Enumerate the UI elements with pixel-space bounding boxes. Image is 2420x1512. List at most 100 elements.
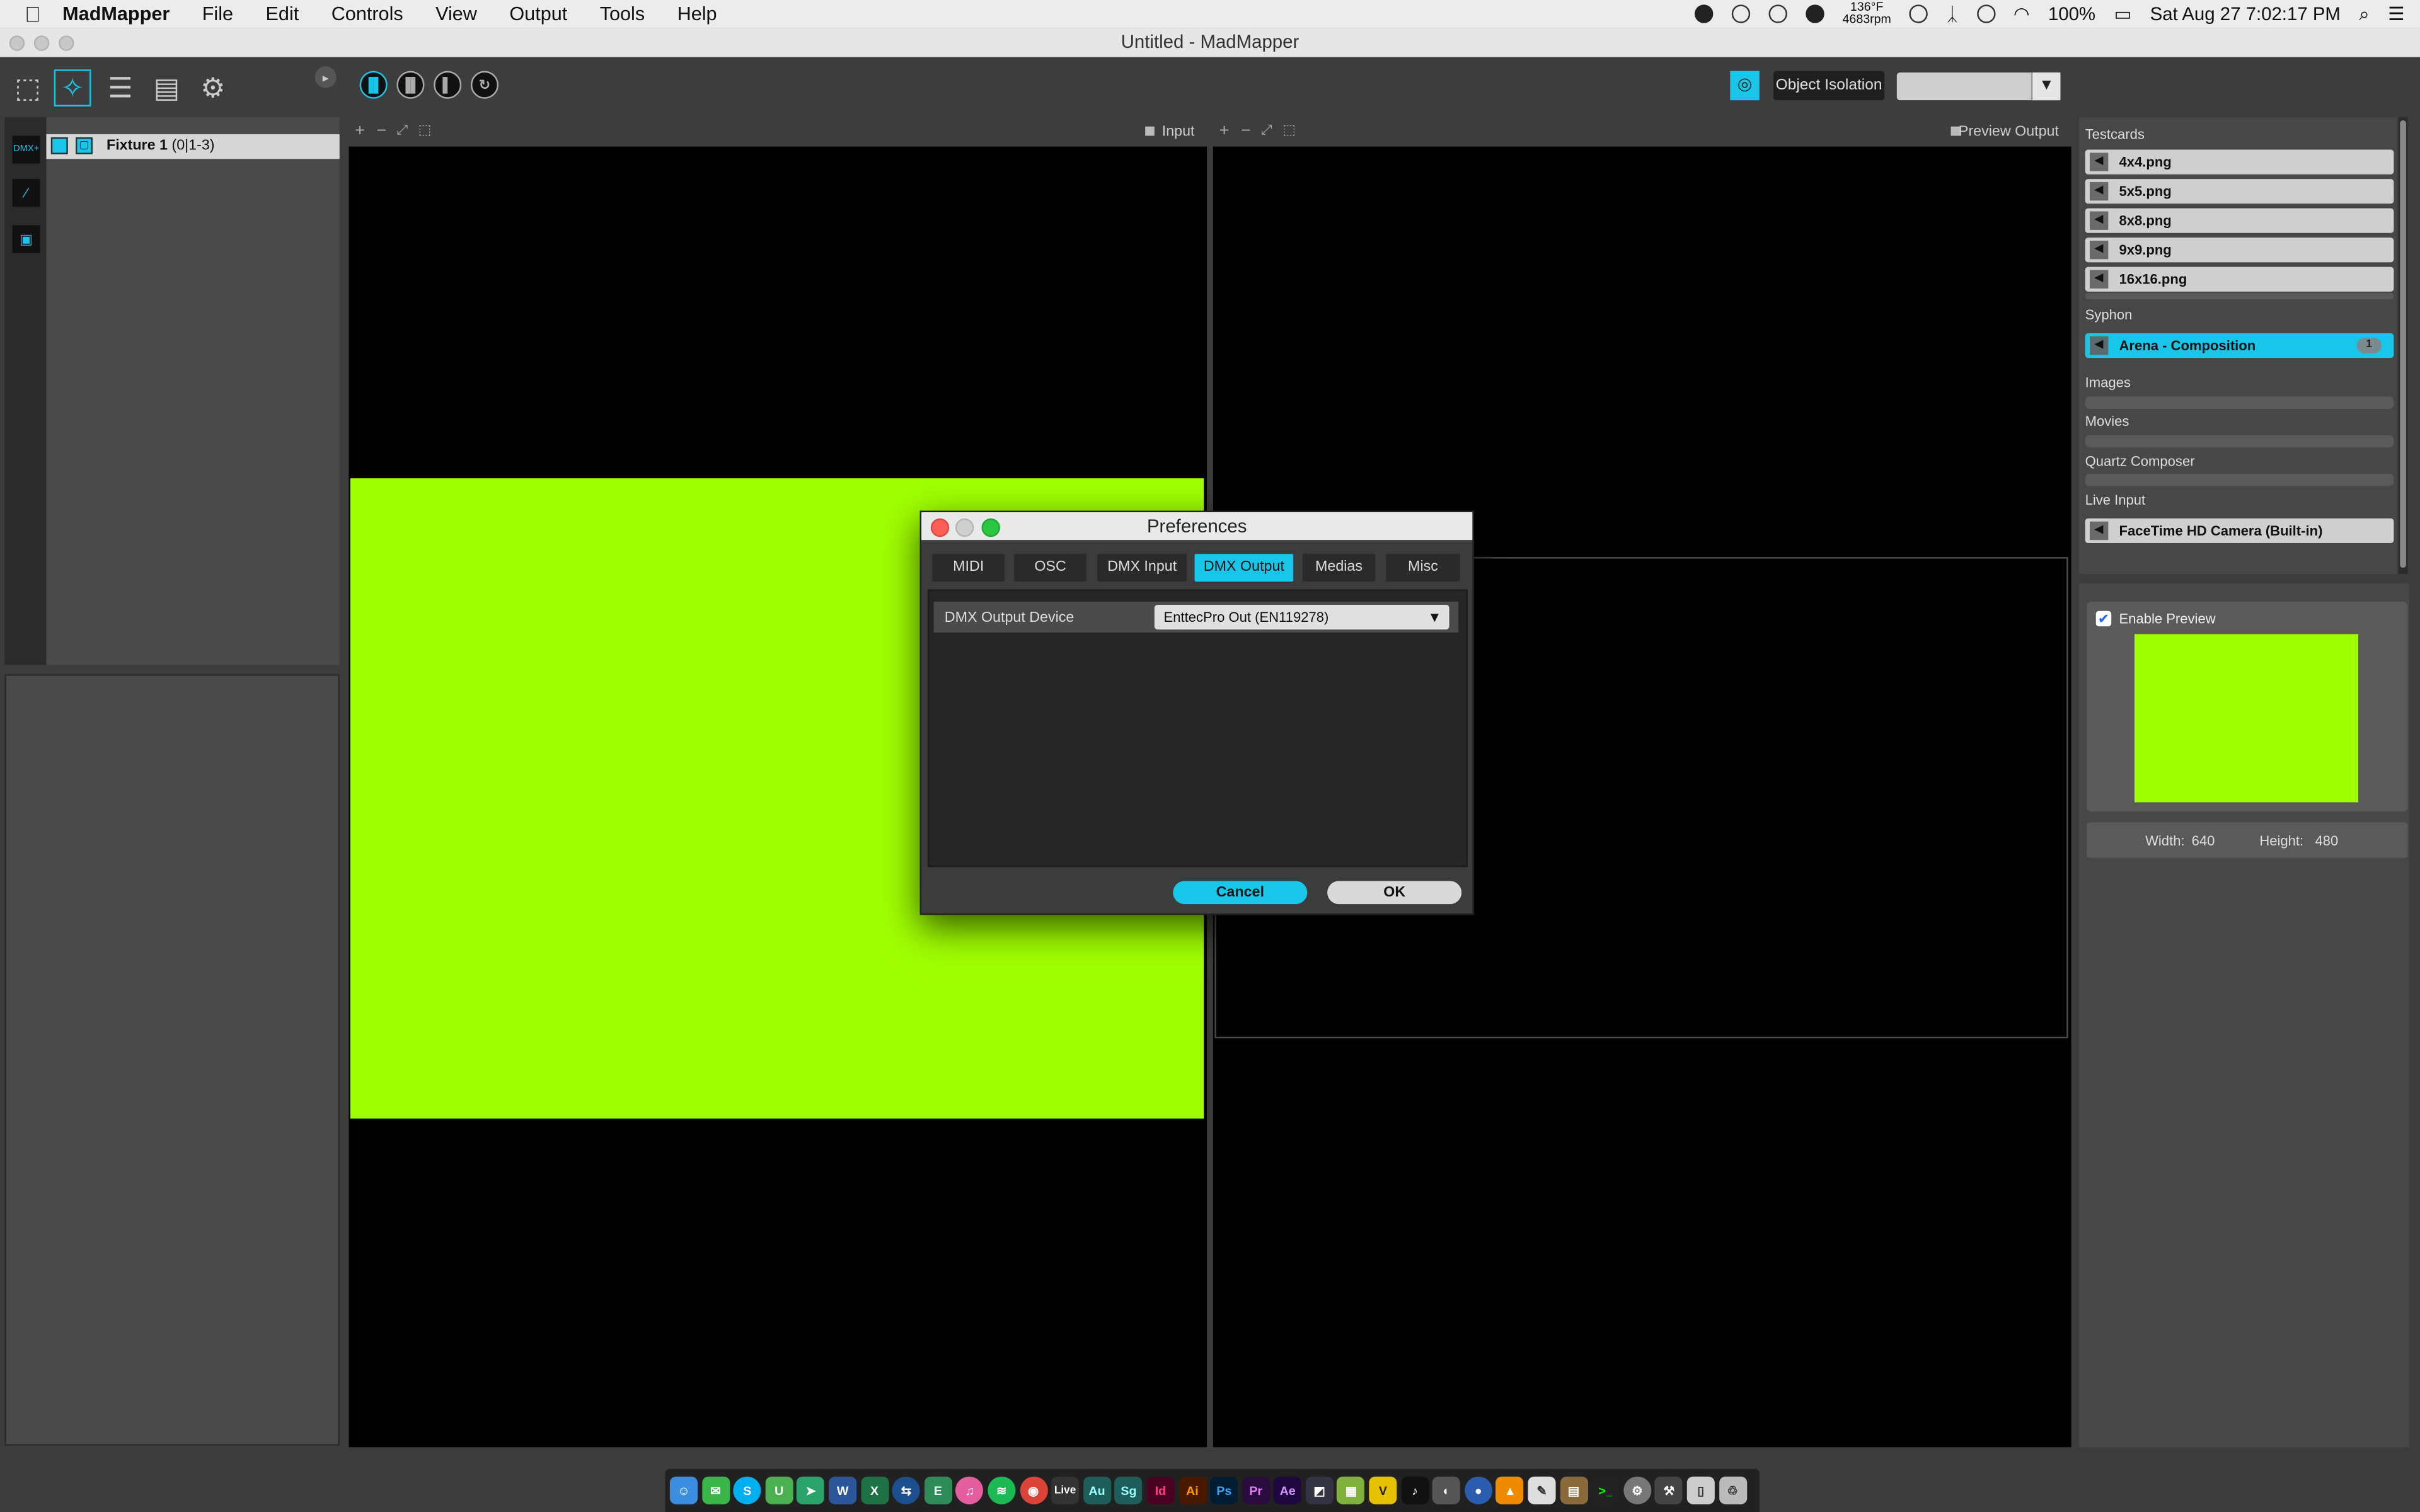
fixture-mode-icon[interactable]: ✧ xyxy=(54,69,91,106)
audition-icon[interactable]: Au xyxy=(1083,1476,1111,1504)
images-list[interactable] xyxy=(2085,396,2394,409)
width-value[interactable]: 640 xyxy=(2192,833,2215,848)
testcard-item[interactable]: ◀ 8x8.png xyxy=(2085,208,2394,233)
menu-tools[interactable]: Tools xyxy=(600,3,645,25)
motion-icon[interactable]: ◩ xyxy=(1305,1476,1334,1504)
illustrator-icon[interactable]: Ai xyxy=(1178,1476,1206,1504)
minimize-window-button[interactable] xyxy=(33,35,50,51)
menu-help[interactable]: Help xyxy=(677,3,717,25)
close-window-button[interactable] xyxy=(9,35,25,51)
battery-percent[interactable]: 100% xyxy=(2048,3,2095,25)
fixture-row[interactable]: ▢ Fixture 1 (0|1-3) xyxy=(46,134,340,159)
list-mode-icon[interactable]: ☰ xyxy=(102,69,139,106)
testcard-item[interactable]: ◀ 5x5.png xyxy=(2085,179,2394,204)
zoom-out-icon[interactable]: − xyxy=(377,122,387,140)
output-frame-icon[interactable]: ⬚ xyxy=(1282,122,1296,139)
speedgrade-icon[interactable]: Sg xyxy=(1114,1476,1143,1504)
temperature-readout[interactable]: 136°F 4683rpm xyxy=(1843,1,1891,26)
spotify-icon[interactable]: ≋ xyxy=(988,1476,1016,1504)
indesign-icon[interactable]: Id xyxy=(1146,1476,1175,1504)
messages-icon[interactable]: ✉ xyxy=(701,1476,730,1504)
utilities-icon[interactable]: ⚒ xyxy=(1655,1476,1683,1504)
menu-app-name[interactable]: MadMapper xyxy=(62,3,170,25)
play-icon[interactable]: ◀ xyxy=(2089,181,2109,201)
visibility-icon[interactable] xyxy=(50,137,68,154)
height-value[interactable]: 480 xyxy=(2315,833,2338,848)
input-toggle-icon[interactable] xyxy=(1145,126,1155,136)
object-isolation-icon[interactable]: ◎ xyxy=(1730,71,1760,101)
play-icon[interactable]: ◀ xyxy=(2089,241,2109,260)
documents-icon[interactable]: ▯ xyxy=(1686,1476,1715,1504)
dmx-output-device-select[interactable]: EnttecPro Out (EN119278) ▼ xyxy=(1154,605,1449,630)
tab-dmx-output[interactable]: DMX Output xyxy=(1194,554,1294,582)
testcard-item[interactable]: ◀ 16x16.png xyxy=(2085,266,2394,292)
madmapper-icon[interactable]: ▦ xyxy=(1337,1476,1366,1504)
evernote-icon[interactable] xyxy=(1805,4,1824,23)
surface-mode-icon[interactable]: ⬚ xyxy=(9,69,47,106)
preview-app-icon[interactable]: ◐ xyxy=(1432,1476,1461,1504)
menu-view[interactable]: View xyxy=(435,3,477,25)
object-isolation-button[interactable]: Object Isolation xyxy=(1773,71,1885,101)
vlc-icon[interactable]: ▲ xyxy=(1496,1476,1524,1504)
menu-edit[interactable]: Edit xyxy=(265,3,299,25)
cinema4d-icon[interactable]: ● xyxy=(1464,1476,1492,1504)
dropbox-icon[interactable] xyxy=(1731,4,1750,23)
ableton-live-icon[interactable]: Live xyxy=(1051,1476,1080,1504)
play-icon[interactable]: ◀ xyxy=(2089,211,2109,230)
pause-all-button[interactable]: ▐▌ xyxy=(396,71,425,99)
collapse-panel-icon[interactable]: ▸ xyxy=(314,66,337,88)
dialog-zoom-button[interactable] xyxy=(981,518,1000,537)
skype-icon[interactable]: S xyxy=(733,1476,761,1504)
play-icon[interactable]: ◀ xyxy=(2089,270,2109,289)
tab-medias[interactable]: Medias xyxy=(1302,554,1376,582)
testcard-item[interactable]: ◀ 9x9.png xyxy=(2085,238,2394,263)
vectorworks-icon[interactable]: V xyxy=(1369,1476,1397,1504)
word-icon[interactable]: W xyxy=(829,1476,857,1504)
chrome-icon[interactable]: ◉ xyxy=(1019,1476,1047,1504)
logic-icon[interactable]: ♪ xyxy=(1400,1476,1429,1504)
tab-midi[interactable]: MIDI xyxy=(932,554,1005,582)
input-label[interactable]: Input xyxy=(1162,123,1195,140)
preview-output-label[interactable]: Preview Output xyxy=(1959,123,2059,140)
fit-icon[interactable]: ⤢ xyxy=(396,122,408,139)
evernote-dock-icon[interactable]: E xyxy=(924,1476,952,1504)
zoom-window-button[interactable] xyxy=(59,35,74,51)
excel-icon[interactable]: X xyxy=(860,1476,889,1504)
enable-preview-checkbox[interactable]: ✔ xyxy=(2095,610,2112,627)
after-effects-icon[interactable]: Ae xyxy=(1274,1476,1302,1504)
terminal-icon[interactable]: >_ xyxy=(1591,1476,1620,1504)
syphon-item[interactable]: ◀ Arena - Composition 1 xyxy=(2085,333,2394,358)
lock-icon[interactable]: ▢ xyxy=(76,137,93,154)
donotdisturb-icon[interactable] xyxy=(1910,4,1928,23)
photoshop-icon[interactable]: Ps xyxy=(1210,1476,1238,1504)
quartz-composer-list[interactable] xyxy=(2085,473,2394,486)
play-icon[interactable]: ◀ xyxy=(2089,152,2109,171)
settings-gear-icon[interactable]: ⚙ xyxy=(195,69,232,106)
add-group-icon[interactable]: ▣ xyxy=(12,225,40,253)
fork-icon[interactable] xyxy=(1768,4,1787,23)
movies-list[interactable] xyxy=(2085,435,2394,448)
dialog-close-button[interactable] xyxy=(930,518,950,537)
system-preferences-icon[interactable]: ⚙ xyxy=(1623,1476,1651,1504)
step-button[interactable]: ▌ xyxy=(434,71,462,99)
frame-icon[interactable]: ⬚ xyxy=(418,122,432,139)
notification-center-icon[interactable]: ☰ xyxy=(2388,3,2404,25)
bluetooth-icon[interactable]: ᛣ xyxy=(1947,3,1958,25)
testcard-item[interactable]: ◀ 4x4.png xyxy=(2085,149,2394,175)
premiere-icon[interactable]: Pr xyxy=(1242,1476,1270,1504)
teamviewer-icon[interactable]: ⇆ xyxy=(892,1476,920,1504)
apple-icon[interactable]:  xyxy=(25,1,41,26)
status-app-icon[interactable] xyxy=(1694,4,1713,23)
pause-button[interactable]: ▐▌ xyxy=(359,71,388,99)
projector-mode-icon[interactable]: ▤ xyxy=(148,69,185,106)
output-zoom-out-icon[interactable]: − xyxy=(1241,122,1251,140)
cancel-button[interactable]: Cancel xyxy=(1173,881,1308,905)
output-fit-icon[interactable]: ⤢ xyxy=(1261,122,1272,139)
search-icon[interactable]: ⌕ xyxy=(2359,3,2369,26)
trash-icon[interactable]: ♲ xyxy=(1719,1476,1747,1504)
dialog-minimize-button[interactable] xyxy=(955,518,974,537)
zoom-in-icon[interactable]: + xyxy=(355,122,365,140)
play-icon[interactable]: ◀ xyxy=(2089,521,2109,541)
live-input-item[interactable]: ◀ FaceTime HD Camera (Built-in) xyxy=(2085,518,2394,544)
clock[interactable]: Sat Aug 27 7:02:17 PM xyxy=(2150,3,2341,25)
